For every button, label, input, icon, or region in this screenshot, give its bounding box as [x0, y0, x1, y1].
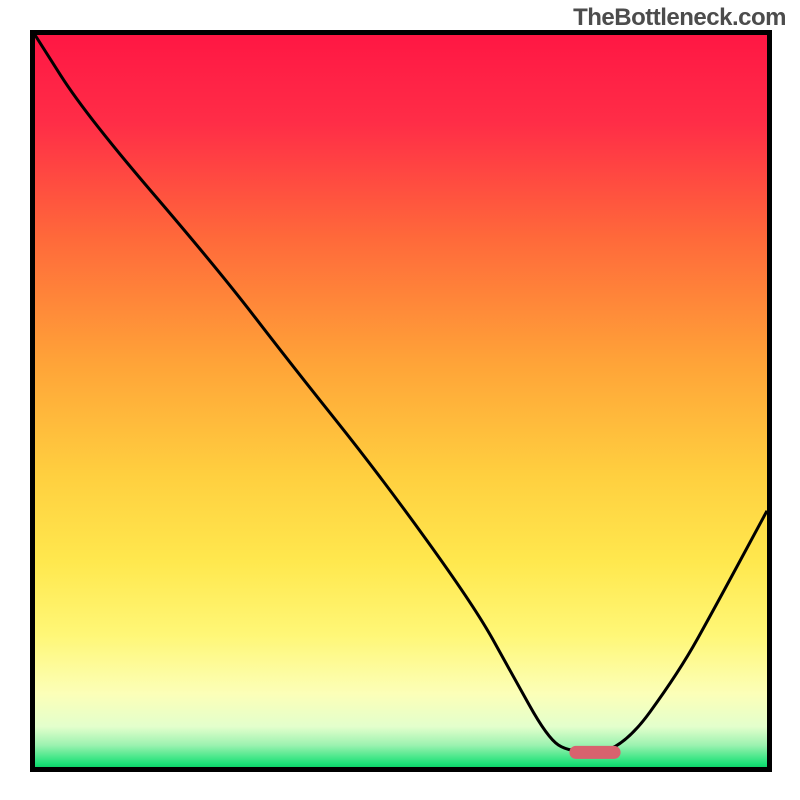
chart-frame	[30, 30, 772, 772]
chart-svg	[35, 35, 767, 767]
gradient-background	[35, 35, 767, 767]
chart-container: TheBottleneck.com	[0, 0, 800, 800]
optimum-marker	[569, 746, 620, 759]
watermark-text: TheBottleneck.com	[573, 4, 786, 32]
